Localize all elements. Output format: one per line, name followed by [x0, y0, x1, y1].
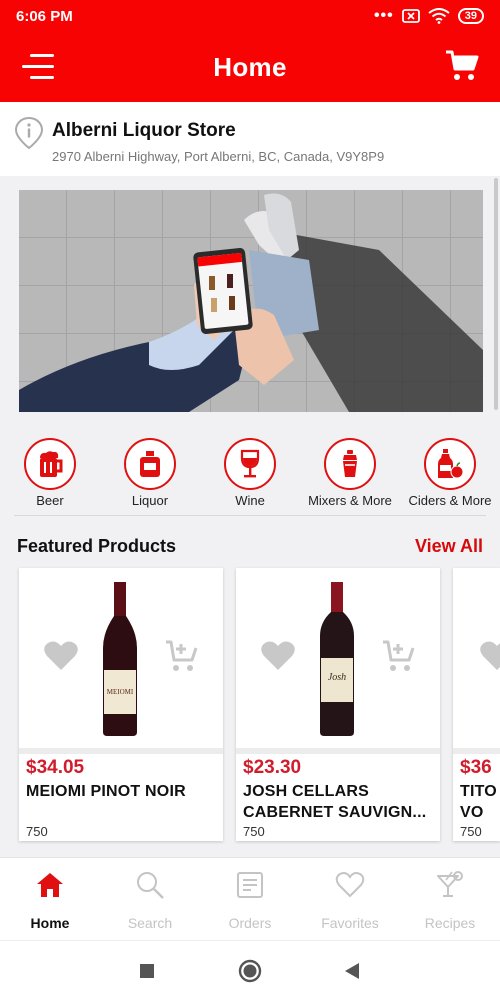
menu-icon-line	[22, 65, 54, 68]
product-size: 750	[460, 824, 482, 839]
nav-label: Orders	[228, 915, 272, 931]
status-time: 6:06 PM	[16, 7, 73, 25]
liquor-bottle-icon	[140, 451, 160, 477]
product-name: JOSH CELLARS CABERNET SAUVIGN...	[243, 783, 427, 821]
category-label: Ciders & More	[408, 493, 492, 508]
category-liquor[interactable]: Liquor	[100, 430, 200, 508]
menu-button[interactable]	[22, 54, 56, 80]
product-card[interactable]: $36 TITO VO 750	[453, 568, 500, 841]
heart-icon	[335, 872, 365, 898]
store-info[interactable]: Alberni Liquor Store 2970 Alberni Highwa…	[0, 102, 500, 176]
category-mixers[interactable]: Mixers & More	[300, 430, 400, 508]
category-wine-circle	[224, 438, 276, 490]
bottom-nav: Home Search Orders Favorites Recipes	[0, 857, 500, 940]
banner-image	[19, 190, 483, 412]
battery-icon: 39	[457, 8, 484, 24]
status-icons: ••• 39	[374, 7, 484, 25]
add-to-cart-icon[interactable]	[165, 638, 201, 674]
card-separator	[453, 748, 500, 754]
card-separator	[19, 748, 223, 754]
product-card[interactable]: MEIOMI $34.05 MEIOMI PINOT NOIR 750	[19, 568, 223, 841]
wine-bottle-image: MEIOMI	[103, 582, 137, 736]
home-icon	[37, 873, 63, 897]
cart-icon[interactable]	[444, 48, 480, 84]
search-icon	[137, 872, 164, 899]
heart-icon[interactable]	[260, 640, 296, 672]
store-location-info-icon	[14, 116, 44, 150]
category-ciders-circle	[424, 438, 476, 490]
featured-title: Featured Products	[17, 536, 177, 556]
category-beer-circle	[24, 438, 76, 490]
scrollbar[interactable]	[494, 178, 498, 410]
product-image: MEIOMI	[19, 568, 223, 748]
product-size: 750	[26, 824, 48, 839]
nav-label: Home	[30, 915, 70, 931]
product-name: MEIOMI PINOT NOIR	[26, 783, 186, 800]
product-name: TITO VO	[460, 783, 497, 821]
divider	[14, 515, 486, 516]
bottle-label: Josh	[328, 672, 346, 683]
cocktail-icon	[437, 871, 463, 897]
nav-favorites[interactable]: Favorites	[300, 858, 400, 941]
screen: 6:06 PM ••• 39 Home Alberni Liquor Store…	[0, 0, 500, 1000]
product-price: $36	[460, 757, 492, 778]
nav-orders[interactable]: Orders	[200, 858, 300, 941]
category-label: Wine	[235, 493, 265, 508]
system-nav-bar	[0, 940, 500, 1000]
product-card[interactable]: Josh $23.30 JOSH CELLARS CABERNET SAUVIG…	[236, 568, 440, 841]
card-separator	[236, 748, 440, 754]
category-label: Liquor	[131, 493, 169, 508]
nav-home[interactable]: Home	[0, 858, 100, 941]
bottle-label: MEIOMI	[107, 688, 134, 696]
more-dots-icon: •••	[373, 7, 394, 24]
nav-recipes[interactable]: Recipes	[400, 858, 500, 941]
category-liquor-circle	[124, 438, 176, 490]
cider-icon	[438, 449, 464, 479]
heart-icon[interactable]	[43, 640, 79, 672]
wifi-icon	[428, 8, 450, 24]
category-ciders[interactable]: Ciders & More	[400, 430, 500, 508]
product-size: 750	[243, 824, 265, 839]
store-name: Alberni Liquor Store	[52, 120, 236, 141]
orders-icon	[237, 872, 263, 898]
product-image	[453, 568, 500, 748]
home-button-icon[interactable]	[238, 959, 262, 983]
menu-icon-line	[30, 76, 54, 79]
category-wine[interactable]: Wine	[200, 430, 300, 508]
nav-search[interactable]: Search	[100, 858, 200, 941]
product-price: $34.05	[26, 757, 85, 778]
nav-label: Recipes	[424, 915, 476, 931]
product-image: Josh	[236, 568, 440, 748]
beer-mug-icon	[40, 451, 63, 477]
back-icon[interactable]	[340, 959, 364, 983]
wine-glass-icon	[240, 449, 260, 478]
category-label: Beer	[36, 493, 64, 508]
nav-label: Search	[127, 915, 173, 931]
category-mixers-circle	[324, 438, 376, 490]
wine-bottle-image: Josh	[320, 582, 354, 736]
page-title: Home	[213, 51, 287, 82]
recent-apps-icon[interactable]	[135, 959, 159, 983]
add-to-cart-icon[interactable]	[382, 638, 418, 674]
store-address: 2970 Alberni Highway, Port Alberni, BC, …	[52, 149, 385, 164]
cocktail-shaker-icon	[343, 450, 357, 477]
heart-icon[interactable]	[479, 640, 500, 672]
category-list: Beer Liquor Wine Mixers & More Ciders & …	[0, 430, 500, 510]
category-label: Mixers & More	[308, 493, 392, 508]
menu-icon	[30, 54, 54, 57]
sim-off-icon	[401, 9, 420, 23]
category-beer[interactable]: Beer	[0, 430, 100, 508]
status-bar: 6:06 PM ••• 39	[0, 0, 500, 32]
view-all-link[interactable]: View All	[415, 536, 483, 557]
promo-banner[interactable]	[19, 190, 483, 412]
product-price: $23.30	[243, 757, 302, 778]
app-bar: Home	[0, 32, 500, 102]
nav-label: Favorites	[321, 915, 379, 931]
